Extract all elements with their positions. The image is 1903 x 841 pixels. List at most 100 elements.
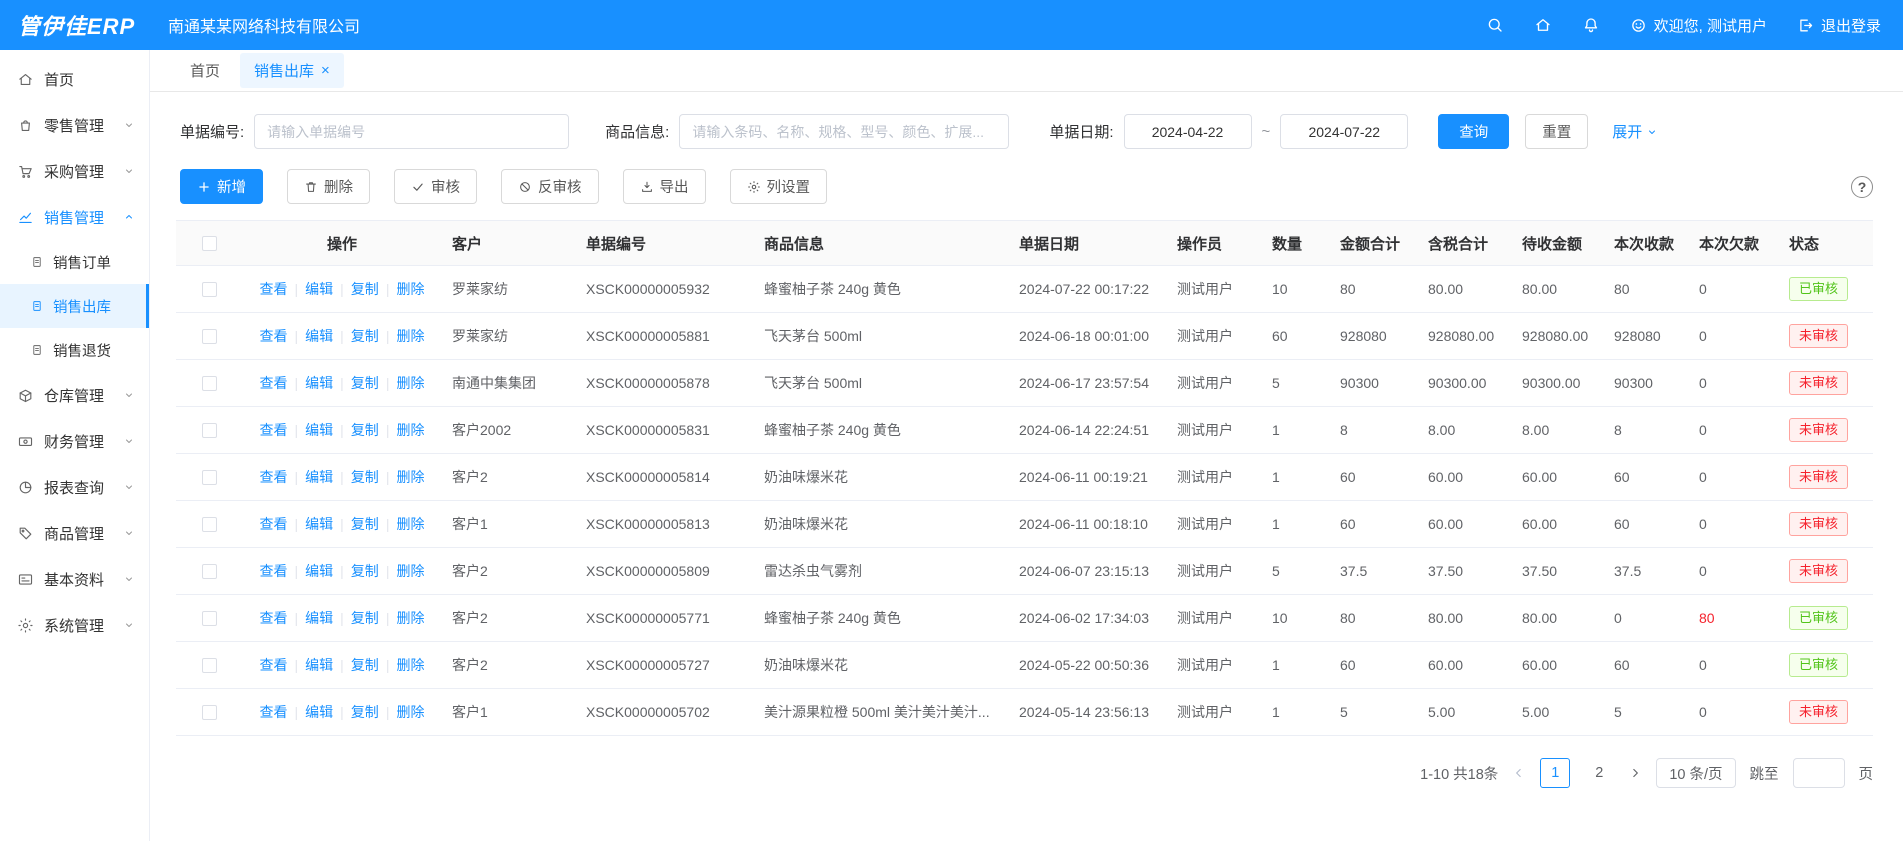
search-button[interactable]: 查询 xyxy=(1438,114,1509,149)
date-to-input[interactable] xyxy=(1280,114,1408,149)
row-op-edit[interactable]: 编辑 xyxy=(305,469,333,485)
row-op-delete[interactable]: 删除 xyxy=(396,516,424,532)
chevron-left-icon[interactable] xyxy=(1512,766,1526,780)
row-checkbox[interactable] xyxy=(202,705,217,720)
row-op-copy[interactable]: 复制 xyxy=(351,563,379,579)
row-op-copy[interactable]: 复制 xyxy=(351,422,379,438)
row-checkbox[interactable] xyxy=(202,517,217,532)
row-op-edit[interactable]: 编辑 xyxy=(305,704,333,720)
row-op-edit[interactable]: 编辑 xyxy=(305,328,333,344)
sidebar-item-purchase[interactable]: 采购管理 xyxy=(0,148,149,194)
row-op-delete[interactable]: 删除 xyxy=(396,328,424,344)
sidebar-subitem-sales-order[interactable]: 销售订单 xyxy=(0,240,149,284)
row-op-delete[interactable]: 删除 xyxy=(396,657,424,673)
reset-button[interactable]: 重置 xyxy=(1525,114,1588,149)
jump-page-input[interactable] xyxy=(1793,758,1845,788)
add-button[interactable]: 新增 xyxy=(180,169,263,204)
product-info-input[interactable] xyxy=(679,114,1009,149)
row-op-edit[interactable]: 编辑 xyxy=(305,422,333,438)
sidebar-item-sales[interactable]: 销售管理 xyxy=(0,194,149,240)
unaudit-button[interactable]: 反审核 xyxy=(501,169,599,204)
home-icon[interactable] xyxy=(1534,16,1552,34)
row-op-view[interactable]: 查看 xyxy=(260,610,288,626)
select-all-checkbox[interactable] xyxy=(202,236,217,251)
sidebar-item-home[interactable]: 首页 xyxy=(0,56,149,102)
row-checkbox[interactable] xyxy=(202,282,217,297)
row-checkbox[interactable] xyxy=(202,658,217,673)
audit-button[interactable]: 审核 xyxy=(394,169,477,204)
search-icon[interactable] xyxy=(1486,16,1504,34)
row-op-view[interactable]: 查看 xyxy=(260,469,288,485)
sidebar-subitem-sales-outbound[interactable]: 销售出库 xyxy=(0,284,149,328)
welcome-user[interactable]: 欢迎您, 测试用户 xyxy=(1630,15,1767,36)
row-op-copy[interactable]: 复制 xyxy=(351,610,379,626)
tab-sales-outbound[interactable]: 销售出库 × xyxy=(240,53,344,88)
row-checkbox[interactable] xyxy=(202,423,217,438)
row-checkbox[interactable] xyxy=(202,470,217,485)
row-op-delete[interactable]: 删除 xyxy=(396,375,424,391)
cell-product: 奶油味爆米花 xyxy=(754,642,1009,689)
row-op-view[interactable]: 查看 xyxy=(260,328,288,344)
row-op-delete[interactable]: 删除 xyxy=(396,422,424,438)
row-op-delete[interactable]: 删除 xyxy=(396,281,424,297)
row-op-delete[interactable]: 删除 xyxy=(396,469,424,485)
row-checkbox[interactable] xyxy=(202,329,217,344)
sidebar-item-reports[interactable]: 报表查询 xyxy=(0,464,149,510)
row-op-delete[interactable]: 删除 xyxy=(396,610,424,626)
chevron-right-icon[interactable] xyxy=(1628,766,1642,780)
doc-no-input[interactable] xyxy=(254,114,569,149)
cell-operations: 查看|编辑|复制|删除 xyxy=(242,595,442,642)
sidebar-item-retail[interactable]: 零售管理 xyxy=(0,102,149,148)
row-op-edit[interactable]: 编辑 xyxy=(305,610,333,626)
sidebar-subitem-sales-return[interactable]: 销售退货 xyxy=(0,328,149,372)
close-icon[interactable]: × xyxy=(321,63,330,78)
sidebar-item-products[interactable]: 商品管理 xyxy=(0,510,149,556)
sidebar-item-basic-data[interactable]: 基本资料 xyxy=(0,556,149,602)
row-op-view[interactable]: 查看 xyxy=(260,657,288,673)
row-op-view[interactable]: 查看 xyxy=(260,281,288,297)
row-op-copy[interactable]: 复制 xyxy=(351,516,379,532)
row-op-edit[interactable]: 编辑 xyxy=(305,281,333,297)
id-card-icon xyxy=(17,571,34,588)
row-op-view[interactable]: 查看 xyxy=(260,704,288,720)
col-header-ops: 操作 xyxy=(242,221,442,266)
page-button-2[interactable]: 2 xyxy=(1584,758,1614,788)
row-checkbox[interactable] xyxy=(202,611,217,626)
row-op-edit[interactable]: 编辑 xyxy=(305,516,333,532)
row-checkbox[interactable] xyxy=(202,564,217,579)
sidebar-item-system[interactable]: 系统管理 xyxy=(0,602,149,648)
row-op-copy[interactable]: 复制 xyxy=(351,657,379,673)
row-op-edit[interactable]: 编辑 xyxy=(305,657,333,673)
row-op-edit[interactable]: 编辑 xyxy=(305,375,333,391)
cell-date: 2024-07-22 00:17:22 xyxy=(1009,266,1167,313)
delete-button[interactable]: 删除 xyxy=(287,169,370,204)
sidebar-item-finance[interactable]: 财务管理 xyxy=(0,418,149,464)
row-op-copy[interactable]: 复制 xyxy=(351,704,379,720)
bell-icon[interactable] xyxy=(1582,16,1600,34)
sidebar-item-warehouse[interactable]: 仓库管理 xyxy=(0,372,149,418)
row-op-delete[interactable]: 删除 xyxy=(396,704,424,720)
row-op-view[interactable]: 查看 xyxy=(260,563,288,579)
cell-customer: 客户1 xyxy=(442,689,576,736)
column-settings-button[interactable]: 列设置 xyxy=(730,169,828,204)
page-button-1[interactable]: 1 xyxy=(1540,758,1570,788)
logout-button[interactable]: 退出登录 xyxy=(1797,15,1881,36)
row-op-view[interactable]: 查看 xyxy=(260,422,288,438)
tab-home[interactable]: 首页 xyxy=(176,53,234,88)
row-op-copy[interactable]: 复制 xyxy=(351,281,379,297)
export-button[interactable]: 导出 xyxy=(623,169,706,204)
row-checkbox[interactable] xyxy=(202,376,217,391)
row-op-copy[interactable]: 复制 xyxy=(351,469,379,485)
row-op-edit[interactable]: 编辑 xyxy=(305,563,333,579)
row-op-view[interactable]: 查看 xyxy=(260,516,288,532)
row-op-copy[interactable]: 复制 xyxy=(351,375,379,391)
row-op-delete[interactable]: 删除 xyxy=(396,563,424,579)
row-op-copy[interactable]: 复制 xyxy=(351,328,379,344)
help-icon[interactable]: ? xyxy=(1851,176,1873,198)
export-label: 导出 xyxy=(660,176,689,197)
page-size-select[interactable]: 10 条/页 xyxy=(1656,758,1735,788)
cell-operations: 查看|编辑|复制|删除 xyxy=(242,360,442,407)
row-op-view[interactable]: 查看 xyxy=(260,375,288,391)
date-from-input[interactable] xyxy=(1124,114,1252,149)
expand-link[interactable]: 展开 xyxy=(1612,121,1658,142)
